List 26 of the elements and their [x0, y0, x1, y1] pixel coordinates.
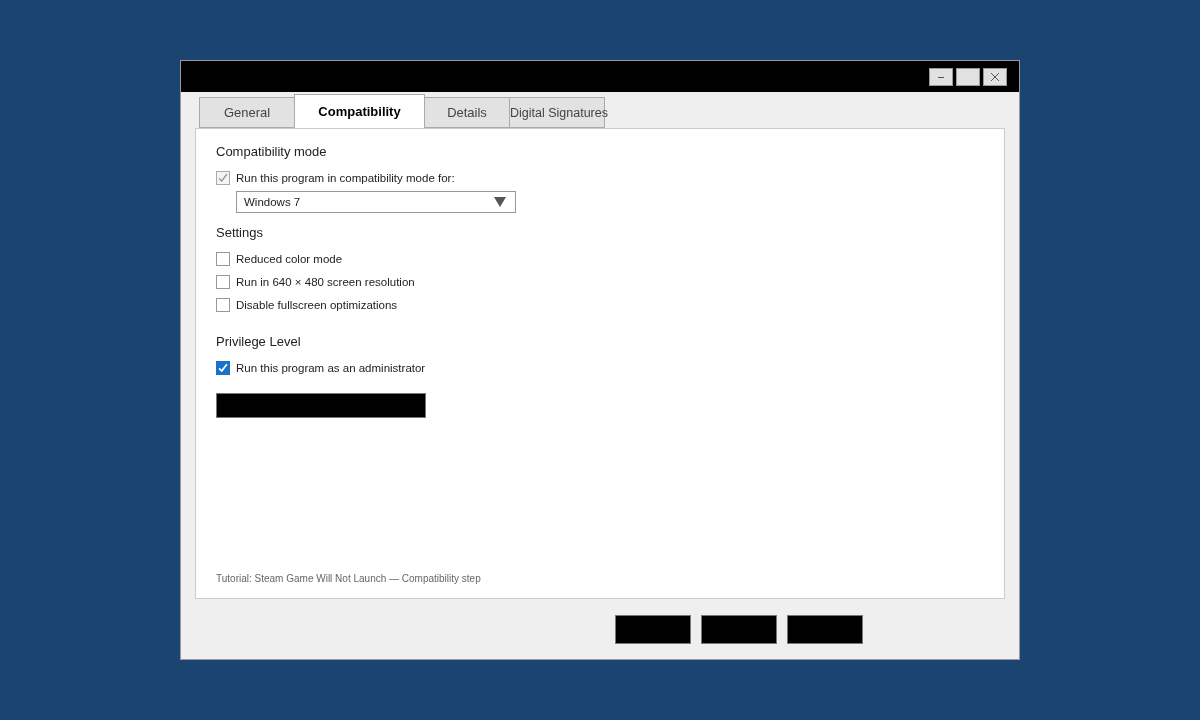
- checkbox[interactable]: [216, 297, 230, 312]
- section-heading: Settings: [216, 225, 264, 240]
- checkbox-label: Disable fullscreen optimizations: [236, 298, 398, 311]
- checkbox-label: Reduced color mode: [236, 252, 343, 265]
- redacted-button[interactable]: [701, 615, 777, 644]
- checkbox-label: Run this program as an administrator: [236, 361, 426, 374]
- tab[interactable]: Details: [424, 97, 510, 128]
- tab[interactable]: Compatibility: [294, 94, 425, 128]
- tab[interactable]: General: [199, 97, 295, 128]
- dropdown[interactable]: Windows 7: [236, 191, 516, 213]
- minimize-button[interactable]: [929, 67, 953, 86]
- checkbox[interactable]: [216, 274, 230, 289]
- close-icon: [990, 71, 1000, 82]
- checkbox[interactable]: [216, 360, 230, 375]
- maximize-button[interactable]: [956, 67, 980, 86]
- footnote: Tutorial: Steam Game Will Not Launch — Compatibility step: [216, 573, 482, 584]
- checkbox-label: Run in 640 × 480 screen resolution: [236, 275, 415, 288]
- section-heading: Compatibility mode: [216, 144, 328, 159]
- checkbox-label: Run this program in compatibility mode for:: [236, 171, 455, 184]
- dropdown-caret-icon: [494, 197, 506, 207]
- redacted-button[interactable]: [615, 615, 691, 644]
- redacted-button[interactable]: [787, 615, 863, 644]
- redacted-button[interactable]: [216, 393, 426, 418]
- checkbox[interactable]: [216, 251, 230, 266]
- section-heading: Privilege Level: [216, 334, 302, 349]
- close-button[interactable]: [983, 67, 1007, 86]
